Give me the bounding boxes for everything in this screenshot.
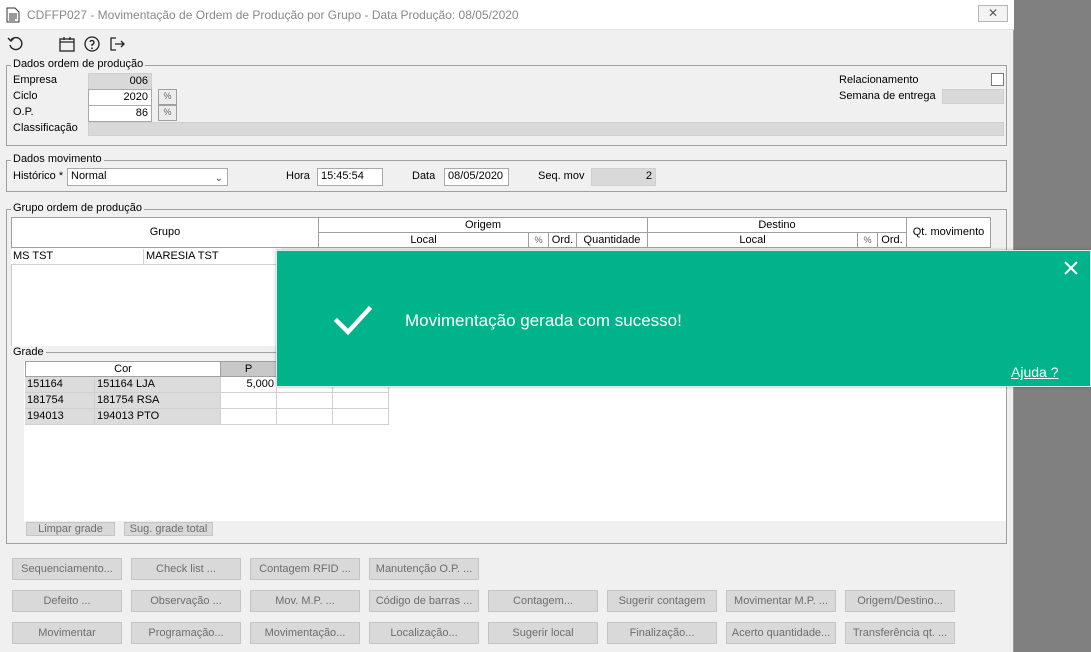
toast-message: Movimentação gerada com sucesso! (405, 311, 682, 330)
data-field[interactable]: 08/05/2020 (444, 168, 509, 186)
manutencao-op-button[interactable]: Manutenção O.P. ... (369, 558, 479, 580)
group-dados-op-title: Dados ordem de produção (11, 58, 146, 70)
historico-label: Histórico * (13, 170, 64, 182)
grade-title: Grade (11, 346, 46, 358)
col-header-origem-qtd[interactable]: Quantidade (576, 232, 648, 248)
grade-row-1-p[interactable]: 5,000 (221, 377, 277, 393)
document-icon (6, 7, 20, 23)
col-header-destino-ord[interactable]: Ord. (877, 232, 907, 248)
localizacao-button[interactable]: Localização... (369, 622, 479, 644)
sugerir-local-button[interactable]: Sugerir local (488, 622, 598, 644)
table-row-grupo-descricao[interactable]: MARESIA TST (144, 249, 278, 265)
codigo-barras-button[interactable]: Código de barras ... (369, 590, 479, 612)
table-row-grupo-codigo[interactable]: MS TST (11, 249, 144, 265)
finalizacao-button[interactable]: Finalização... (607, 622, 717, 644)
classificacao-label: Classificação (13, 122, 78, 134)
col-header-origem-local[interactable]: Local (318, 232, 529, 248)
movimentar-mp-button[interactable]: Movimentar M.P. ... (726, 590, 836, 612)
sugerir-grade-total-button[interactable]: Sug. grade total (124, 522, 213, 536)
grade-row-3-descricao[interactable]: 194013 PTO (95, 409, 221, 425)
exit-icon[interactable] (108, 35, 126, 53)
window-close-button[interactable]: ✕ (978, 5, 1008, 22)
contagem-rfid-button[interactable]: Contagem RFID ... (250, 558, 360, 580)
ciclo-field[interactable]: 2020 (88, 89, 152, 106)
check-list-button[interactable]: Check list ... (131, 558, 241, 580)
semana-entrega-label: Semana de entrega (839, 90, 936, 102)
acerto-quantidade-button[interactable]: Acerto quantidade... (726, 622, 836, 644)
window-title: CDFFP027 - Movimentação de Ordem de Prod… (27, 8, 519, 22)
group-dados-movimento-title: Dados movimento (11, 153, 104, 165)
grade-row-3-codigo[interactable]: 194013 (25, 409, 95, 425)
historico-value: Normal (71, 170, 107, 182)
title-bar: CDFFP027 - Movimentação de Ordem de Prod… (0, 0, 1014, 30)
seq-mov-label: Seq. mov (538, 170, 585, 182)
op-label: O.P. (13, 106, 34, 118)
origem-destino-button[interactable]: Origem/Destino... (845, 590, 955, 612)
defeito-button[interactable]: Defeito ... (12, 590, 122, 612)
refresh-icon[interactable] (7, 35, 25, 53)
op-field[interactable]: 86 (88, 105, 152, 122)
checkmark-icon (333, 305, 373, 336)
movimentar-button[interactable]: Movimentar (12, 622, 122, 644)
relacionamento-checkbox[interactable] (991, 73, 1004, 86)
contagem-button[interactable]: Contagem... (488, 590, 598, 612)
grade-row-2-p[interactable] (221, 393, 277, 409)
grade-row-2-empty-1[interactable] (277, 393, 333, 409)
close-icon[interactable] (1063, 260, 1079, 276)
historico-select[interactable]: Normal ⌄ (67, 168, 228, 186)
grade-row-1-descricao[interactable]: 151164 LJA (95, 377, 221, 393)
empresa-field[interactable]: 006 (88, 73, 152, 90)
col-header-origem: Origem (318, 217, 648, 233)
col-header-qt-movimento[interactable]: Qt. movimento (906, 217, 991, 248)
movimentacao-button[interactable]: Movimentação... (250, 622, 360, 644)
grade-row-1-codigo[interactable]: 151164 (25, 377, 95, 393)
toolbar (0, 31, 1014, 57)
mov-mp-button[interactable]: Mov. M.P. ... (250, 590, 360, 612)
grade-row-3-empty-1[interactable] (277, 409, 333, 425)
destino-local-lookup-icon[interactable]: % (857, 232, 878, 248)
grade-row-2-codigo[interactable]: 181754 (25, 393, 95, 409)
seq-mov-field[interactable]: 2 (591, 168, 656, 186)
ciclo-label: Ciclo (13, 90, 38, 102)
calendar-icon[interactable] (58, 35, 76, 53)
programacao-button[interactable]: Programação... (131, 622, 241, 644)
grade-row-3-empty-2[interactable] (333, 409, 389, 425)
toast-help-link[interactable]: Ajuda ? (1011, 364, 1058, 380)
group-grupo-op-title: Grupo ordem de produção (11, 202, 145, 214)
empresa-label: Empresa (13, 74, 58, 86)
sugerir-contagem-button[interactable]: Sugerir contagem (607, 590, 717, 612)
classificacao-field[interactable] (88, 122, 1004, 136)
col-header-origem-ord[interactable]: Ord. (548, 232, 577, 248)
grade-row-2-descricao[interactable]: 181754 RSA (95, 393, 221, 409)
relacionamento-label: Relacionamento (839, 74, 919, 86)
chevron-down-icon: ⌄ (214, 173, 223, 184)
observacao-button[interactable]: Observação ... (131, 590, 241, 612)
sequenciamento-button[interactable]: Sequenciamento... (12, 558, 122, 580)
transferencia-qt-button[interactable]: Transferência qt. ... (845, 622, 955, 644)
op-lookup-icon[interactable]: % (158, 105, 177, 121)
limpar-grade-button[interactable]: Limpar grade (26, 522, 115, 536)
origem-local-lookup-icon[interactable]: % (528, 232, 549, 248)
data-label: Data (412, 170, 436, 182)
hora-field[interactable]: 15:45:54 (317, 168, 383, 186)
col-header-p[interactable]: P (220, 361, 277, 377)
col-header-grupo[interactable]: Grupo (11, 217, 319, 248)
grade-row-3-p[interactable] (221, 409, 277, 425)
col-header-cor[interactable]: Cor (25, 361, 221, 377)
ciclo-lookup-icon[interactable]: % (158, 89, 177, 105)
help-icon[interactable] (83, 35, 101, 53)
grade-row-2-empty-2[interactable] (333, 393, 389, 409)
success-toast: Movimentação gerada com sucesso! Ajuda ? (276, 250, 1091, 387)
semana-entrega-field[interactable] (942, 89, 1004, 104)
hora-label: Hora (286, 170, 310, 182)
col-header-destino: Destino (647, 217, 907, 233)
col-header-destino-local[interactable]: Local (647, 232, 858, 248)
